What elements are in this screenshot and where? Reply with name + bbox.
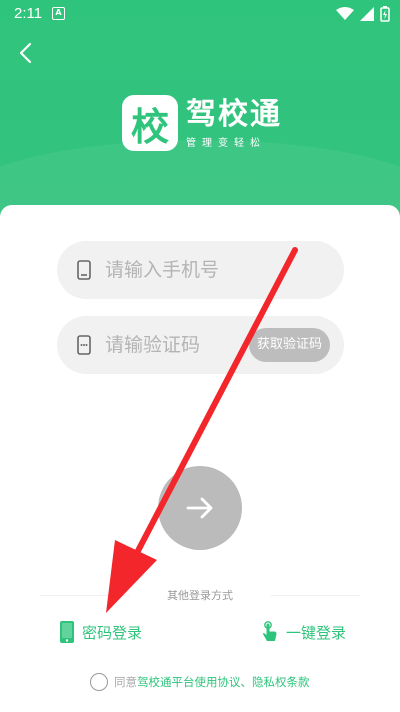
login-card: 获取验证码 其他登录方式 密码登录 一键登录 同意 驾校通平台使用协议、隐私权条…	[0, 205, 400, 712]
login-submit-button[interactable]	[158, 466, 242, 550]
status-time: 2:11	[14, 5, 43, 22]
logo-text: 驾校通 管理变轻松	[186, 96, 282, 149]
notification-icon: A	[52, 7, 65, 20]
password-login-label: 密码登录	[82, 623, 143, 642]
phone-input[interactable]	[105, 241, 295, 299]
agreement-row: 同意 驾校通平台使用协议、隐私权条款	[90, 673, 310, 691]
phone-icon	[77, 260, 91, 280]
battery-icon	[380, 6, 390, 22]
agreement-link[interactable]: 驾校通平台使用协议、隐私权条款	[137, 674, 310, 690]
mobile-phone-icon	[60, 621, 74, 643]
arrow-right-icon	[186, 497, 213, 519]
logo-badge: 校	[122, 95, 178, 151]
back-button[interactable]	[14, 40, 40, 66]
get-code-button[interactable]: 获取验证码	[248, 328, 330, 362]
app-slogan: 管理变轻松	[186, 137, 266, 149]
onekey-login-button[interactable]: 一键登录	[262, 621, 346, 643]
signal-icon	[360, 7, 374, 21]
code-field[interactable]: 获取验证码	[57, 316, 344, 374]
app-logo: 校 驾校通 管理变轻松	[122, 95, 282, 151]
onekey-login-label: 一键登录	[286, 623, 347, 642]
status-icons	[336, 6, 390, 22]
app-name: 驾校通	[186, 96, 282, 132]
password-login-button[interactable]: 密码登录	[60, 621, 142, 643]
agreement-prefix: 同意	[114, 675, 137, 689]
wifi-icon	[336, 7, 354, 20]
chevron-left-icon	[19, 42, 32, 64]
status-bar: 2:11 A	[0, 0, 400, 28]
sms-code-icon	[77, 335, 91, 355]
agreement-radio[interactable]	[90, 673, 108, 691]
divider-right	[270, 595, 360, 596]
tap-finger-icon	[263, 621, 277, 641]
phone-field[interactable]	[57, 241, 344, 299]
